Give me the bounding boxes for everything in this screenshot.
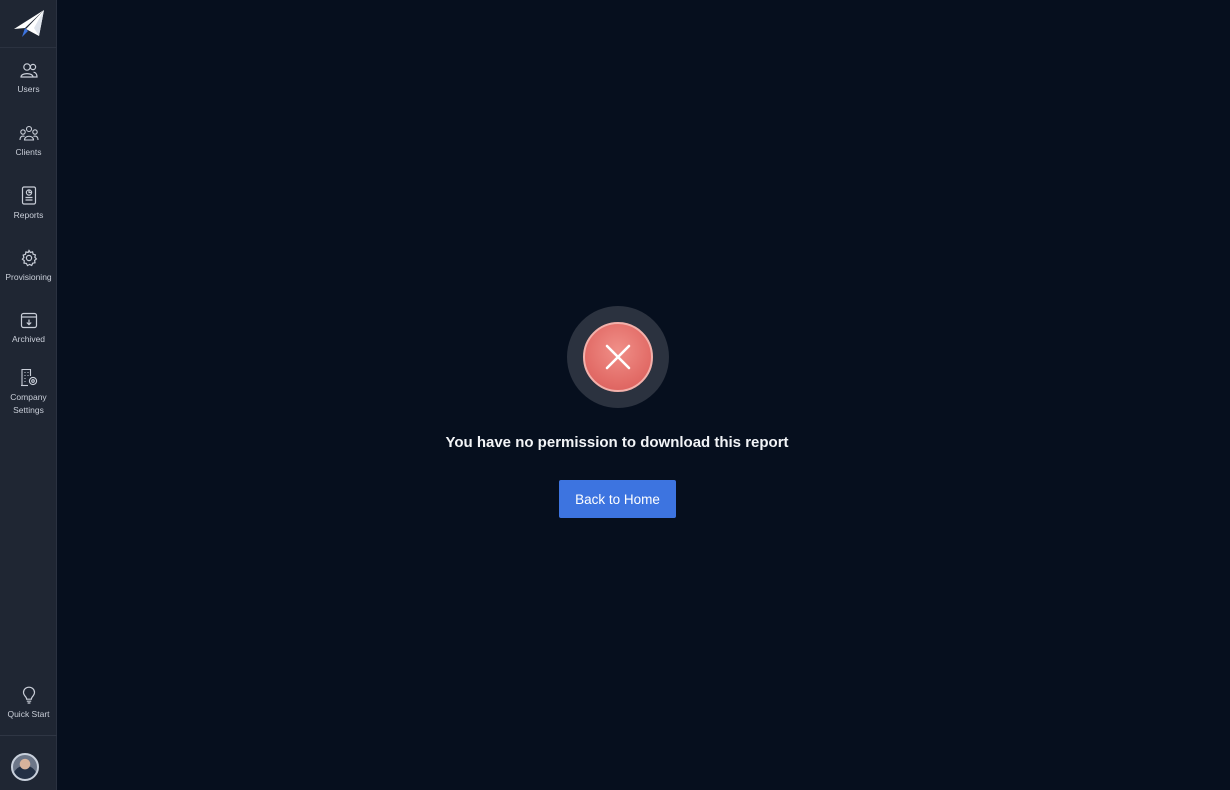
- sidebar-item-label: Company Settings: [10, 392, 47, 415]
- sidebar-item-label: Clients: [15, 147, 42, 157]
- users-icon: [19, 63, 38, 78]
- error-status-badge: [567, 306, 669, 408]
- sidebar-item-users[interactable]: Users: [0, 62, 57, 96]
- sidebar-item-label: Archived: [11, 334, 46, 344]
- paper-plane-logo-icon: [13, 9, 44, 37]
- sidebar-item-label: Reports: [13, 210, 44, 220]
- sidebar-item-label: Quick Start: [7, 709, 50, 719]
- clients-icon: [18, 125, 39, 141]
- app-logo[interactable]: [0, 0, 57, 48]
- building-gear-icon: [20, 368, 37, 387]
- sidebar-item-reports[interactable]: Reports: [0, 186, 57, 222]
- sidebar-divider: [0, 735, 57, 736]
- back-to-home-button[interactable]: Back to Home: [559, 480, 676, 518]
- permission-error-message: You have no permission to download this …: [445, 434, 789, 451]
- sidebar-item-label: Users: [17, 84, 40, 94]
- lightbulb-icon: [22, 686, 35, 704]
- error-circle: [583, 322, 653, 392]
- app-root: Users Clients Reports Provisioning Archi…: [0, 0, 1230, 790]
- gear-icon: [21, 249, 37, 267]
- archive-box-icon: [20, 312, 37, 329]
- error-x-icon: [605, 344, 631, 370]
- sidebar: Users Clients Reports Provisioning Archi…: [0, 0, 57, 790]
- report-document-icon: [21, 186, 36, 205]
- sidebar-item-clients[interactable]: Clients: [0, 125, 57, 159]
- sidebar-item-archived[interactable]: Archived: [0, 312, 57, 346]
- main-content: You have no permission to download this …: [57, 0, 1230, 790]
- sidebar-item-label: Provisioning: [5, 272, 52, 282]
- user-avatar[interactable]: [11, 753, 39, 781]
- sidebar-item-quick-start[interactable]: Quick Start: [0, 686, 57, 721]
- sidebar-item-company-settings[interactable]: Company Settings: [0, 368, 57, 416]
- sidebar-item-provisioning[interactable]: Provisioning: [0, 249, 57, 284]
